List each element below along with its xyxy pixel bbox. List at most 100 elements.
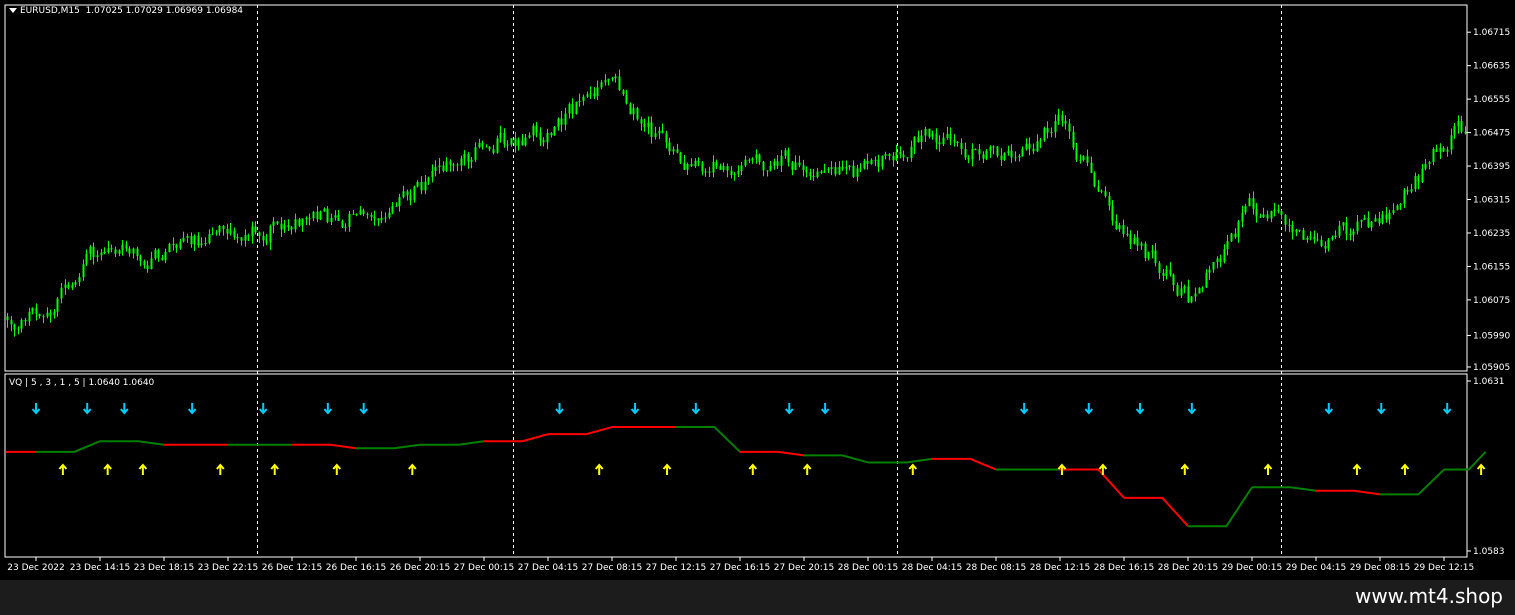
candle-body [449, 161, 452, 165]
candle-body [1201, 287, 1204, 289]
candle-body [888, 153, 891, 156]
candle-body [1162, 272, 1165, 276]
candle-body [1374, 218, 1377, 222]
candle-body [1234, 233, 1237, 238]
candle-body [211, 233, 214, 235]
candle-body [953, 139, 956, 142]
candle-body [1345, 222, 1348, 234]
candle-body [982, 154, 985, 159]
candle-body [395, 205, 398, 207]
time-tick-label: 26 Dec 20:15 [390, 563, 451, 573]
candle-body [143, 261, 146, 266]
candle-body [438, 165, 441, 168]
candle-body [1378, 218, 1381, 224]
candle-body [1079, 159, 1082, 161]
candle-body [971, 148, 974, 160]
candle-body [240, 237, 243, 241]
price-tick-label: 1.06155 [1473, 262, 1510, 272]
candle-body [650, 122, 653, 137]
candle-body [413, 186, 416, 201]
candle-body [1421, 168, 1424, 183]
candle-body [388, 212, 391, 218]
candle-body [715, 162, 718, 167]
chart-menu-triangle-icon[interactable] [9, 8, 17, 13]
candle-body [834, 167, 837, 175]
candle-body [31, 307, 34, 312]
candle-body [179, 241, 182, 249]
candle-body [121, 244, 124, 251]
candle-body [913, 137, 916, 147]
candle-body [874, 159, 877, 161]
candle-body [1226, 241, 1229, 250]
candle-body [49, 312, 52, 316]
price-tick-label: 1.05905 [1473, 363, 1510, 373]
time-tick-label: 23 Dec 2022 [7, 563, 65, 573]
time-tick-label: 27 Dec 00:15 [454, 563, 515, 573]
candle-body [748, 159, 751, 161]
candle-body [568, 104, 571, 114]
candle-body [1277, 209, 1280, 212]
candle-body [784, 150, 787, 157]
candle-body [1457, 121, 1460, 127]
candle-body [312, 211, 315, 219]
candle-body [244, 235, 247, 241]
candle-body [740, 165, 743, 172]
candle-body [856, 168, 859, 177]
candle-body [1036, 141, 1039, 152]
candle-body [1255, 208, 1258, 217]
candle-body [445, 161, 448, 171]
candle-body [575, 101, 578, 115]
candle-body [377, 218, 380, 221]
candle-body [355, 214, 358, 216]
candle-body [172, 243, 175, 246]
candle-body [1241, 212, 1244, 222]
time-tick-label: 26 Dec 12:15 [262, 563, 323, 573]
candle-body [769, 165, 772, 171]
candle-body [316, 211, 319, 220]
candle-body [1432, 149, 1435, 163]
candle-body [1086, 156, 1089, 163]
candle-body [1313, 236, 1316, 240]
candle-body [28, 311, 31, 322]
candle-body [1453, 126, 1456, 136]
price-tick-label: 1.06475 [1473, 129, 1510, 139]
candle-body [1018, 155, 1021, 158]
candle-body [456, 164, 459, 166]
candle-body [701, 162, 704, 172]
candle-body [841, 166, 844, 169]
candle-body [384, 217, 387, 219]
candle-body [1417, 176, 1420, 183]
candle-body [1280, 211, 1283, 215]
candle-body [838, 166, 841, 175]
candle-body [1388, 212, 1391, 220]
candle-body [1104, 191, 1107, 197]
candle-body [503, 133, 506, 145]
candle-body [290, 227, 293, 230]
candle-body [287, 225, 290, 228]
candle-body [481, 142, 484, 147]
candle-body [186, 235, 189, 238]
chart-canvas[interactable]: 1.06715 1.06635 1.06555 1.06475 1.06395 1.063… [0, 0, 1515, 615]
candle-body [618, 76, 621, 91]
candle-body [409, 195, 412, 201]
candle-body [708, 171, 711, 173]
candle-body [1363, 218, 1366, 220]
candle-body [200, 243, 203, 246]
candle-body [1000, 155, 1003, 160]
candle-body [546, 132, 549, 143]
candle-body [197, 236, 200, 246]
candle-body [1288, 224, 1291, 226]
candle-body [82, 264, 85, 278]
candle-body [643, 123, 646, 128]
candle-body [460, 158, 463, 166]
candle-body [1144, 243, 1147, 259]
candle-body [542, 140, 545, 143]
candle-body [762, 161, 765, 171]
candle-body [1108, 196, 1111, 206]
candle-body [802, 165, 805, 170]
candle-body [1442, 147, 1445, 152]
candle-body [467, 154, 470, 162]
time-tick-label: 27 Dec 04:15 [518, 563, 579, 573]
candle-body [1046, 128, 1049, 133]
candle-body [434, 167, 437, 172]
